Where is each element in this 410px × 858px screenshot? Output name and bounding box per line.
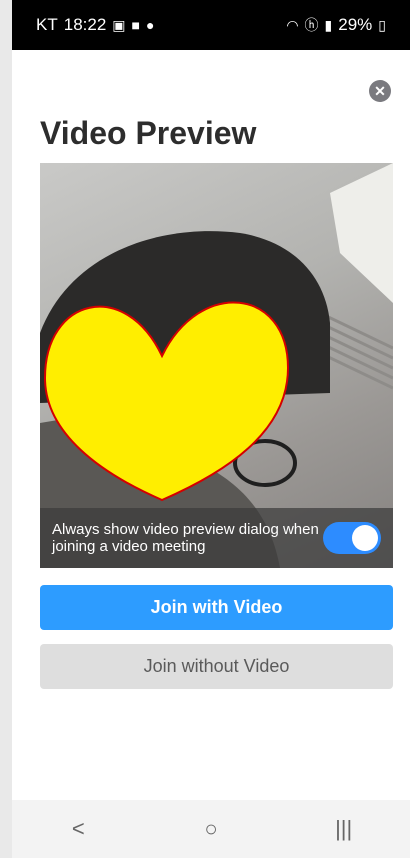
preview-setting-label: Always show video preview dialog when jo… [52, 521, 319, 555]
recents-button[interactable]: ||| [314, 816, 374, 842]
close-icon: ✕ [374, 82, 386, 99]
phone-screen: KT 18:22 ▣ ■ ● ◠ ⓗ ▮ 29% ▯ ✕ Video Previ… [12, 0, 410, 858]
battery-label: 29% [338, 15, 373, 34]
close-button[interactable]: ✕ [369, 80, 391, 102]
messenger-icon: ● [145, 17, 155, 33]
battery-icon: ▯ [378, 16, 386, 33]
hd-icon: ⓗ [304, 17, 319, 33]
wifi-icon: ◠ [286, 16, 299, 33]
back-button[interactable]: < [48, 816, 108, 842]
time-label: 18:22 [63, 15, 107, 34]
video-icon: ■ [131, 17, 140, 33]
status-right: ◠ ⓗ ▮ 29% ▯ [286, 15, 386, 35]
video-preview: Always show video preview dialog when jo… [40, 163, 393, 568]
join-with-video-button[interactable]: Join with Video [40, 585, 393, 630]
image-icon: ▣ [112, 16, 126, 33]
always-show-preview-toggle[interactable] [323, 522, 381, 554]
preview-overlay: Always show video preview dialog when jo… [40, 508, 393, 568]
toggle-knob [352, 525, 378, 551]
carrier-label: KT [36, 15, 58, 34]
signal-icon: ▮ [324, 16, 333, 33]
join-without-video-button[interactable]: Join without Video [40, 644, 393, 689]
status-left: KT 18:22 ▣ ■ ● [36, 15, 154, 35]
page-title: Video Preview [40, 115, 257, 151]
status-bar: KT 18:22 ▣ ■ ● ◠ ⓗ ▮ 29% ▯ [12, 0, 410, 50]
ceiling-vent [319, 311, 393, 390]
home-button[interactable]: ○ [181, 816, 241, 842]
system-nav-bar: < ○ ||| [12, 800, 410, 858]
ceiling-light [330, 163, 393, 303]
